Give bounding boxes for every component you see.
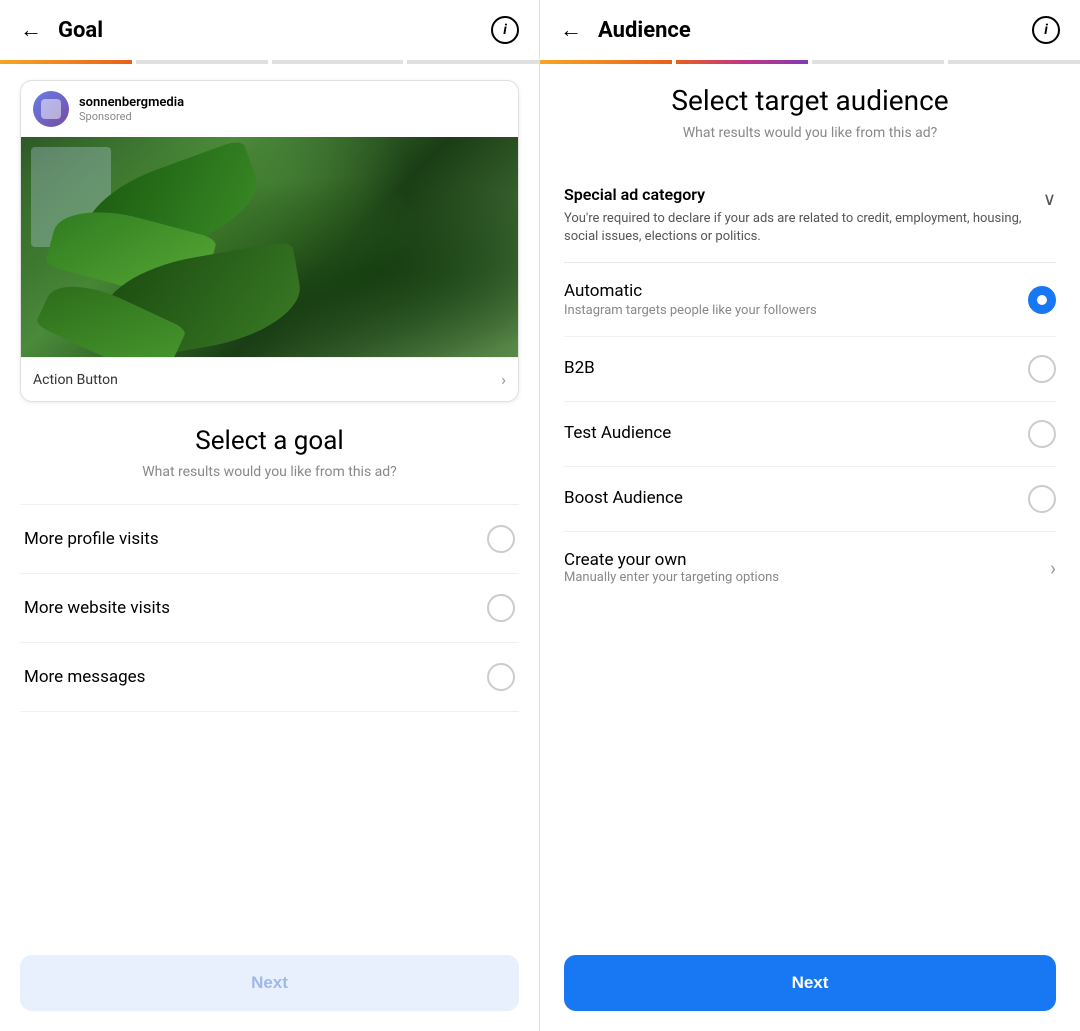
ad-card-footer[interactable]: Action Button › (21, 357, 518, 401)
right-header: ← Audience i (540, 0, 1080, 60)
goal-option-profile-label: More profile visits (24, 529, 159, 549)
goal-option-website-radio[interactable] (487, 594, 515, 622)
create-own-sublabel: Manually enter your targeting options (564, 570, 1050, 585)
audience-option-test[interactable]: Test Audience (564, 402, 1056, 467)
goal-option-website-label: More website visits (24, 598, 170, 618)
ad-user-info: sonnenbergmedia Sponsored (79, 95, 184, 123)
ad-username: sonnenbergmedia (79, 95, 184, 110)
audience-option-boost-label: Boost Audience (564, 488, 1028, 508)
special-category-desc: You're required to declare if your ads a… (564, 210, 1031, 246)
goal-option-website[interactable]: More website visits (20, 574, 519, 643)
right-content: Select target audience What results woul… (540, 64, 1080, 935)
audience-option-automatic-content: Automatic Instagram targets people like … (564, 281, 1028, 318)
special-category-chevron-icon: ∨ (1043, 189, 1056, 210)
special-category-row[interactable]: Special ad category You're required to d… (564, 169, 1056, 263)
right-page-title: Audience (598, 18, 1032, 43)
ad-avatar (33, 91, 69, 127)
goal-options: More profile visits More website visits … (20, 504, 519, 919)
audience-option-boost-content: Boost Audience (564, 488, 1028, 510)
right-info-button[interactable]: i (1032, 16, 1060, 44)
left-content: sonnenbergmedia Sponsored Action Button … (0, 64, 539, 935)
audience-option-automatic-radio[interactable] (1028, 286, 1056, 314)
create-own-chevron-icon: › (1050, 556, 1056, 580)
audience-subtitle: What results would you like from this ad… (564, 125, 1056, 141)
action-button-label: Action Button (33, 372, 501, 388)
special-category-text: Special ad category You're required to d… (564, 185, 1043, 246)
action-button-chevron-icon: › (501, 370, 506, 389)
goal-option-messages-label: More messages (24, 667, 145, 687)
ad-avatar-inner (41, 99, 61, 119)
left-next-button-area: Next (0, 935, 539, 1031)
goal-option-profile-radio[interactable] (487, 525, 515, 553)
audience-option-automatic-sublabel: Instagram targets people like your follo… (564, 303, 1028, 318)
audience-option-b2b-content: B2B (564, 358, 1028, 380)
audience-option-test-radio[interactable] (1028, 420, 1056, 448)
right-next-button[interactable]: Next (564, 955, 1056, 1011)
goal-title: Select a goal (20, 426, 519, 456)
audience-option-b2b-label: B2B (564, 358, 1028, 378)
create-own-option[interactable]: Create your own Manually enter your targ… (564, 532, 1056, 603)
audience-option-automatic-label: Automatic (564, 281, 1028, 301)
ad-sponsored-label: Sponsored (79, 110, 184, 123)
left-page-title: Goal (58, 18, 491, 43)
left-next-button[interactable]: Next (20, 955, 519, 1011)
left-info-button[interactable]: i (491, 16, 519, 44)
audience-option-test-label: Test Audience (564, 423, 1028, 443)
audience-option-test-content: Test Audience (564, 423, 1028, 445)
audience-option-b2b[interactable]: B2B (564, 337, 1056, 402)
audience-option-boost-radio[interactable] (1028, 485, 1056, 513)
ad-card-header: sonnenbergmedia Sponsored (21, 81, 518, 137)
goal-option-profile[interactable]: More profile visits (20, 504, 519, 574)
right-back-button[interactable]: ← (560, 17, 582, 43)
create-own-text: Create your own Manually enter your targ… (564, 550, 1050, 585)
ad-preview-card: sonnenbergmedia Sponsored Action Button … (20, 80, 519, 402)
left-panel: ← Goal i sonnenbergmedia Sponsored (0, 0, 540, 1031)
audience-option-automatic[interactable]: Automatic Instagram targets people like … (564, 263, 1056, 337)
right-panel: ← Audience i Select target audience What… (540, 0, 1080, 1031)
audience-option-b2b-radio[interactable] (1028, 355, 1056, 383)
goal-option-messages-radio[interactable] (487, 663, 515, 691)
right-next-button-area: Next (540, 935, 1080, 1031)
special-category-title: Special ad category (564, 185, 1031, 204)
left-back-button[interactable]: ← (20, 17, 42, 43)
ad-image (21, 137, 518, 357)
audience-title: Select target audience (564, 84, 1056, 117)
goal-option-messages[interactable]: More messages (20, 643, 519, 712)
goal-subtitle: What results would you like from this ad… (20, 464, 519, 480)
audience-option-boost[interactable]: Boost Audience (564, 467, 1056, 532)
create-own-label: Create your own (564, 550, 1050, 570)
left-header: ← Goal i (0, 0, 539, 60)
